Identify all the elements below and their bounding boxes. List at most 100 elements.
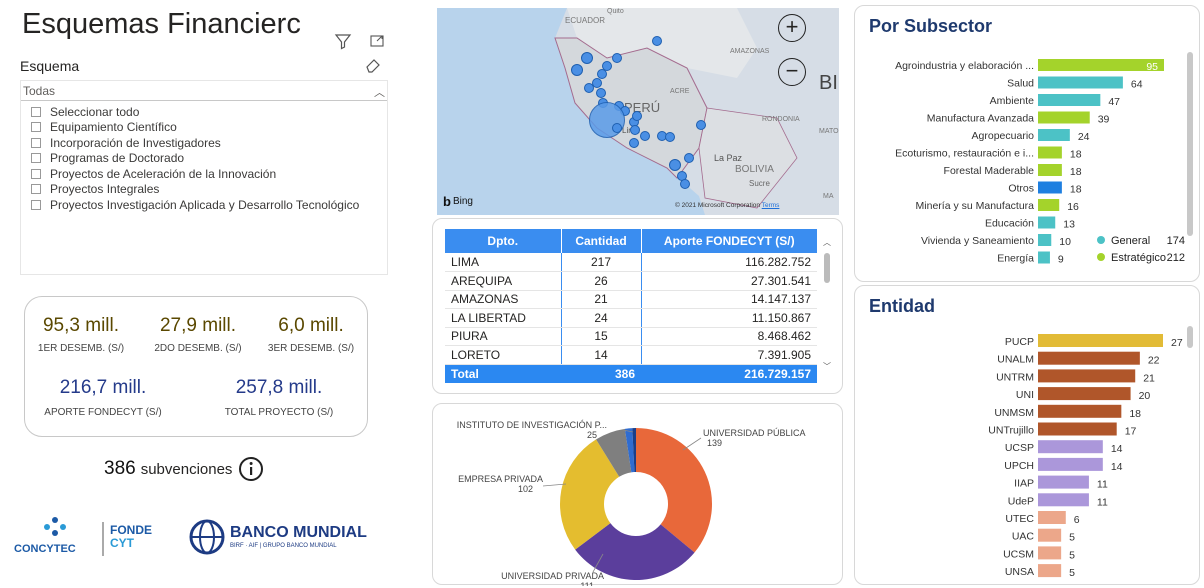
bar[interactable]	[1038, 251, 1050, 264]
bar[interactable]	[1038, 164, 1062, 176]
bar[interactable]	[1038, 440, 1103, 454]
bar[interactable]	[1038, 199, 1060, 211]
chevron-up-icon[interactable]: ︿	[374, 84, 385, 99]
slicer-option[interactable]: Programas de Doctorado	[21, 151, 387, 167]
checkbox[interactable]	[31, 137, 41, 148]
bar[interactable]	[1038, 234, 1052, 246]
checkbox[interactable]	[31, 122, 41, 133]
map-bubble[interactable]	[669, 159, 681, 171]
zoom-in-button[interactable]: +	[778, 14, 806, 42]
table-row[interactable]: PIURA 15 8.468.462	[445, 327, 817, 346]
cell-dpto: LIMA	[445, 253, 561, 272]
table-row[interactable]: AMAZONAS 21 14.147.137	[445, 290, 817, 309]
slicer-option[interactable]: Proyectos Investigación Aplicada y Desar…	[21, 197, 387, 213]
map-bubble[interactable]	[589, 102, 625, 138]
bing-logo: b Bing	[443, 194, 473, 209]
map-bubble[interactable]	[630, 125, 640, 135]
bar-category-label: UNMSM	[994, 407, 1034, 419]
col-dpto[interactable]: Dpto.	[445, 229, 561, 253]
bar-value-label: 20	[1139, 390, 1151, 402]
map-bubble[interactable]	[571, 64, 583, 76]
map-bubble[interactable]	[612, 53, 622, 63]
bar-value-label: 11	[1097, 496, 1108, 508]
bar[interactable]	[1038, 404, 1122, 418]
table-row[interactable]: LA LIBERTAD 24 11.150.867	[445, 308, 817, 328]
table-row[interactable]: LORETO 14 7.391.905	[445, 345, 817, 365]
scroll-up-icon[interactable]: ︿	[823, 237, 831, 248]
bar[interactable]	[1038, 528, 1062, 542]
bar[interactable]	[1038, 59, 1164, 71]
slicer-option[interactable]: Equipamiento Científico	[21, 120, 387, 136]
bar[interactable]	[1038, 546, 1062, 560]
map-bubble[interactable]	[584, 83, 594, 93]
bar-category-label: IIAP	[1014, 478, 1034, 490]
checkbox[interactable]	[31, 199, 41, 210]
bar[interactable]	[1038, 334, 1163, 347]
checkbox[interactable]	[31, 184, 41, 195]
kpi-1er-desemb-label: 1ER DESEMB. (S/)	[37, 343, 125, 354]
bar-category-label: Vivienda y Saneamiento	[921, 235, 1034, 247]
bar[interactable]	[1038, 369, 1136, 383]
table-scrollbar[interactable]	[824, 253, 830, 283]
bar[interactable]	[1038, 111, 1090, 124]
bar[interactable]	[1038, 94, 1101, 106]
map-bubble[interactable]	[640, 131, 650, 141]
map-visual[interactable]: ECUADOR Quito AMAZONAS ACRE PERÚ Lima RO…	[437, 8, 839, 215]
table-row[interactable]: AREQUIPA 26 27.301.541	[445, 271, 817, 291]
subsector-scrollbar[interactable]	[1187, 52, 1193, 236]
filter-icon[interactable]	[334, 32, 352, 50]
map-bubble[interactable]	[684, 153, 694, 163]
slicer-dropdown[interactable]: Todas ︿	[21, 81, 387, 101]
map-bubble[interactable]	[629, 138, 639, 148]
bar[interactable]	[1038, 564, 1062, 578]
map-bubble[interactable]	[696, 120, 706, 130]
focus-mode-icon[interactable]	[368, 32, 386, 50]
bar[interactable]	[1038, 76, 1123, 89]
checkbox[interactable]	[31, 153, 41, 164]
bar[interactable]	[1038, 129, 1070, 141]
donut-slice[interactable]	[636, 428, 712, 553]
subsector-chart[interactable]: Agroindustria y elaboración ... 95 Salud 64…	[855, 46, 1195, 296]
col-cantidad[interactable]: Cantidad	[560, 229, 641, 253]
entidad-scrollbar[interactable]	[1187, 326, 1193, 348]
bar[interactable]	[1038, 457, 1103, 471]
kpi-3er-desemb-value: 6,0 mill.	[278, 315, 344, 336]
bar-value-label: 21	[1143, 372, 1155, 384]
map-bubble[interactable]	[581, 52, 593, 64]
bar[interactable]	[1038, 387, 1131, 401]
zoom-out-button[interactable]: −	[778, 58, 806, 86]
checkbox[interactable]	[31, 168, 41, 179]
bar[interactable]	[1038, 475, 1089, 489]
fondecyt-logo: FONDE CYT	[110, 523, 152, 550]
bar-category-label: UCSM	[1003, 548, 1034, 560]
entidad-chart[interactable]: PUCP 27 UNALM 22 UNTRM 21 UNI 20 UNMSM 18 UNTrujil…	[855, 326, 1195, 586]
bar[interactable]	[1038, 181, 1062, 194]
map-bubble[interactable]	[680, 179, 690, 189]
slicer-option[interactable]: Incorporación de Investigadores	[21, 135, 387, 151]
slicer-option[interactable]: Proyectos de Aceleración de la Innovació…	[21, 166, 387, 182]
donut-chart[interactable]: UNIVERSIDAD PÚBLICA139 UNIVERSIDAD PRIVAD…	[433, 404, 844, 586]
cell-cantidad: 26	[560, 271, 641, 291]
slicer-option[interactable]: Seleccionar todo	[21, 104, 387, 120]
eraser-icon[interactable]	[364, 56, 382, 74]
bar[interactable]	[1038, 511, 1066, 524]
bar[interactable]	[1038, 422, 1117, 436]
map-bubble[interactable]	[632, 111, 642, 121]
scroll-down-icon[interactable]: ﹀	[823, 361, 831, 372]
checkbox[interactable]	[31, 106, 41, 117]
bar[interactable]	[1038, 351, 1140, 365]
bar[interactable]	[1038, 493, 1089, 507]
kpi-2do-desemb-label: 2DO DESEMB. (S/)	[154, 343, 242, 354]
table-row[interactable]: LIMA 217 116.282.752	[445, 253, 817, 272]
globe-icon	[189, 519, 225, 555]
map-bubble[interactable]	[665, 132, 675, 142]
col-aporte[interactable]: Aporte FONDECYT (S/)	[640, 229, 817, 253]
map-bubble[interactable]	[612, 123, 622, 133]
terms-link[interactable]: Terms	[762, 202, 780, 209]
slicer-option[interactable]: Proyectos Integrales	[21, 182, 387, 198]
map-bubble[interactable]	[652, 36, 662, 46]
map-bubble[interactable]	[596, 88, 606, 98]
info-icon[interactable]	[238, 456, 264, 482]
bar[interactable]	[1038, 146, 1062, 159]
bar[interactable]	[1038, 216, 1056, 229]
